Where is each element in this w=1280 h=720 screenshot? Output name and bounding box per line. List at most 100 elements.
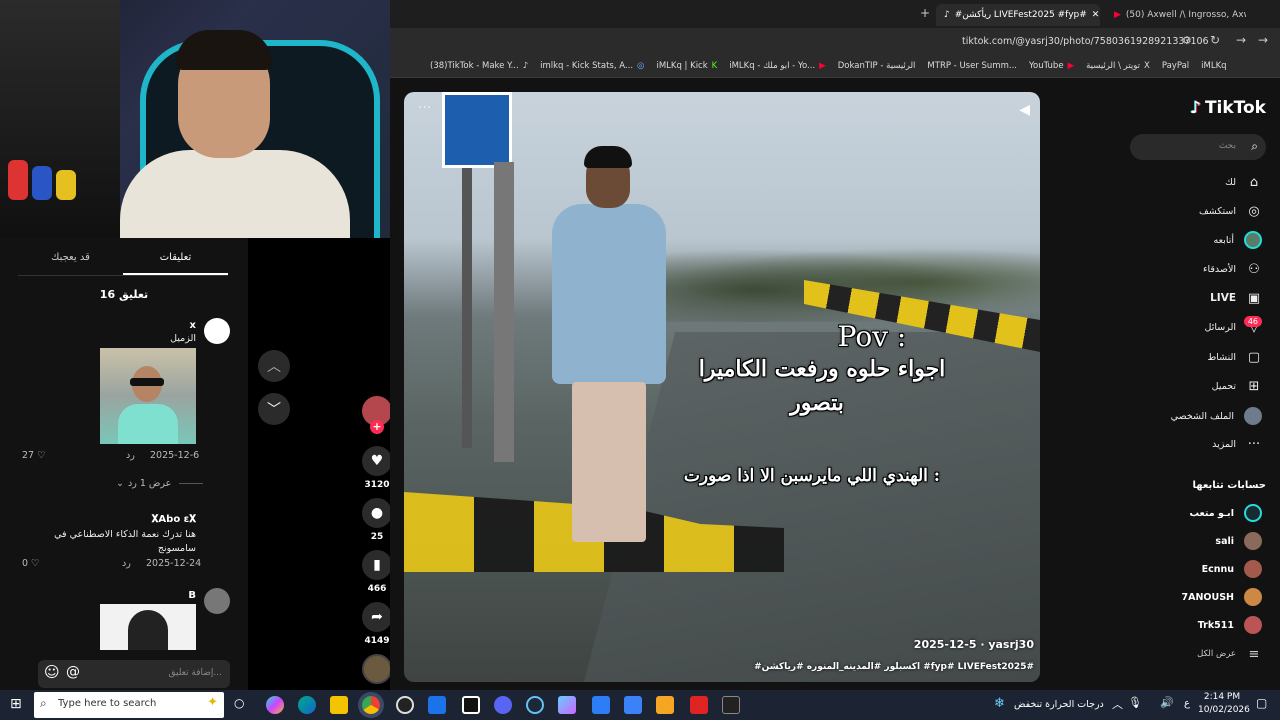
steam-icon[interactable] — [526, 696, 544, 714]
edge-icon[interactable] — [298, 696, 316, 714]
app-icon[interactable] — [624, 696, 642, 714]
bookmark-item[interactable]: iMLKq - ابو ملك - Yo... ▶ — [729, 61, 825, 71]
sound-avatar[interactable] — [362, 654, 392, 684]
taskbar-search-input[interactable]: Type here to search — [58, 698, 156, 709]
comment-image[interactable] — [100, 604, 196, 650]
close-icon[interactable]: ✕ — [1092, 10, 1100, 20]
comment-button[interactable]: ● 25 — [362, 498, 392, 542]
weather-icon[interactable]: ❄ — [994, 696, 1005, 711]
nav-upload[interactable]: تحميل ⊞ — [1212, 378, 1262, 394]
task-view-icon[interactable]: ○ — [234, 696, 244, 710]
nav-explore[interactable]: استكشف ◎ — [1199, 203, 1262, 219]
chrome-icon[interactable] — [362, 696, 380, 714]
bookmark-item[interactable]: iMLKq | Kick K — [656, 61, 717, 71]
microphone-icon[interactable]: 🎙 — [1128, 696, 1142, 709]
tab-other[interactable]: ▶ (50) Axwell /\ Ingrosso, Axwell, ✕ — [1106, 4, 1246, 26]
bookmark-item[interactable]: YouTube ▶ — [1029, 61, 1074, 71]
nav-for-you[interactable]: لك ⌂ — [1225, 174, 1262, 190]
follow-plus-icon[interactable]: + — [370, 420, 384, 434]
reply-button[interactable]: رد — [126, 450, 135, 461]
nav-following[interactable]: أتابعه — [1214, 231, 1262, 249]
bookmark-item[interactable]: تويتر \ الرئيسية X — [1086, 61, 1150, 71]
bookmark-label: (38)TikTok - Make Y... — [430, 61, 519, 71]
nav-more[interactable]: المزيد ··· — [1212, 436, 1262, 452]
nav-friends[interactable]: الأصدقاء ⚇ — [1203, 261, 1262, 277]
weather-text[interactable]: درجات الحرارة تنخفض — [1014, 699, 1104, 710]
app-icon[interactable] — [462, 696, 480, 714]
following-account[interactable]: sali — [1215, 532, 1262, 550]
comment-input-bar[interactable]: @ ☺ إضافة تعليق... — [38, 660, 230, 688]
bookmark-item[interactable]: (38)TikTok - Make Y... ♪ — [430, 61, 528, 71]
search-box[interactable]: ⌕ بحث — [1130, 134, 1266, 160]
share-button[interactable]: ➦ 4149 — [362, 602, 392, 646]
mail-icon[interactable] — [428, 696, 446, 714]
discord-icon[interactable] — [494, 696, 512, 714]
post-photo[interactable]: ··· ◀ Pov : اجواء حلوه ورفعت الكاميرا بت… — [404, 92, 1040, 682]
tab-comments[interactable]: تعليقات — [123, 246, 228, 275]
commenter-name[interactable]: x — [100, 320, 196, 331]
language-indicator[interactable]: ع — [1184, 698, 1190, 709]
tab-active[interactable]: ♪ #ريأكشن LIVEFest2025 #fyp# ✕ — [936, 4, 1100, 26]
bookmark-item[interactable]: DokanTIP - الرئيسية — [838, 61, 916, 71]
commenter-name[interactable]: B — [100, 590, 196, 601]
bookmark-item[interactable]: MTRP - User Summ... — [927, 61, 1017, 71]
comment-likes[interactable]: 0 ♡ — [22, 558, 40, 569]
bookmark-item[interactable]: PayPal — [1162, 61, 1189, 71]
like-button[interactable]: ♥ 3120 — [362, 446, 392, 490]
following-account[interactable]: 7ANOUSH — [1182, 588, 1262, 606]
new-tab-icon[interactable]: + — [920, 6, 930, 20]
post-date-author[interactable]: 2025-12-5 · yasrj30 — [914, 638, 1034, 651]
app-icon[interactable] — [592, 696, 610, 714]
back-icon[interactable]: → — [1236, 33, 1246, 47]
view-replies[interactable]: ⌄ عرض 1 رد — [116, 478, 204, 489]
post-hashtags[interactable]: #اكسبلور #المدينه_المنوره #رياكشن #fyp# … — [754, 662, 1034, 672]
more-icon[interactable]: ··· — [418, 100, 431, 116]
forward-icon[interactable]: → — [1258, 33, 1268, 47]
following-account[interactable]: Trk511 — [1198, 616, 1262, 634]
see-all-link[interactable]: عرض الكل ≡ — [1197, 646, 1262, 662]
windows-start-icon[interactable]: ⊞ — [10, 696, 22, 712]
bookmark-item[interactable]: imlkq - Kick Stats, A... ◎ — [540, 61, 644, 71]
bookmark-item[interactable]: iMLKq — [1201, 61, 1226, 71]
reply-button[interactable]: رد — [122, 558, 131, 569]
emoji-icon[interactable]: ☺ — [44, 663, 60, 681]
nav-profile[interactable]: الملف الشخصي — [1171, 407, 1262, 425]
tray-chevron-up-icon[interactable]: ︿ — [1112, 696, 1123, 712]
comment-likes[interactable]: 27 ♡ — [22, 450, 46, 461]
tiktok-logo[interactable]: ♪ TikTok — [1190, 98, 1266, 118]
next-post-button[interactable]: ﹀ — [258, 393, 290, 425]
taskbar-search[interactable]: ⌕ Type here to search ✦ — [34, 692, 224, 718]
sound-icon[interactable]: ◀ — [1019, 102, 1030, 118]
mention-icon[interactable]: @ — [66, 664, 80, 680]
app-icon[interactable] — [558, 696, 576, 714]
following-account[interactable]: ابـو متعب — [1189, 504, 1262, 522]
commenter-avatar[interactable] — [204, 318, 230, 344]
nav-live[interactable]: LIVE ▣ — [1210, 290, 1262, 306]
clock-date[interactable]: 10/02/2026 — [1198, 705, 1250, 715]
following-account[interactable]: Ecnnu — [1202, 560, 1262, 578]
app-icon[interactable] — [656, 696, 674, 714]
notification-icon[interactable]: ▢ — [1256, 696, 1267, 710]
clock-time[interactable]: 2:14 PM — [1202, 692, 1242, 702]
comment-image[interactable] — [100, 348, 196, 444]
search-icon[interactable]: ⌕ — [1251, 139, 1258, 154]
creator-avatar[interactable]: + — [362, 396, 392, 434]
previous-post-button[interactable]: ︿ — [258, 350, 290, 382]
url-field[interactable]: tiktok.com/@yasrj30/photo/75803619289213… — [962, 36, 1209, 47]
copilot-icon[interactable] — [266, 696, 284, 714]
speaker-icon[interactable]: 🔊 — [1160, 696, 1174, 709]
commenter-name[interactable]: 𝐗Abo ε𝐗 — [100, 514, 196, 525]
app-icon[interactable] — [690, 696, 708, 714]
reload-icon[interactable]: ↻ — [1210, 33, 1220, 47]
file-explorer-icon[interactable] — [330, 696, 348, 714]
commenter-avatar[interactable] — [204, 588, 230, 614]
bookmark-label: DokanTIP - الرئيسية — [837, 61, 916, 71]
nav-activity[interactable]: النشاط ▢ — [1207, 349, 1262, 365]
app-icon[interactable] — [722, 696, 740, 714]
site-settings-icon[interactable]: ⚙ — [1182, 34, 1192, 47]
obs-icon[interactable] — [396, 696, 414, 714]
search-input[interactable]: بحث — [1219, 141, 1236, 151]
comment-input[interactable]: إضافة تعليق... — [168, 668, 222, 678]
tab-you-may-like[interactable]: قد يعجبك — [18, 246, 123, 275]
save-button[interactable]: ▮ 466 — [362, 550, 392, 594]
